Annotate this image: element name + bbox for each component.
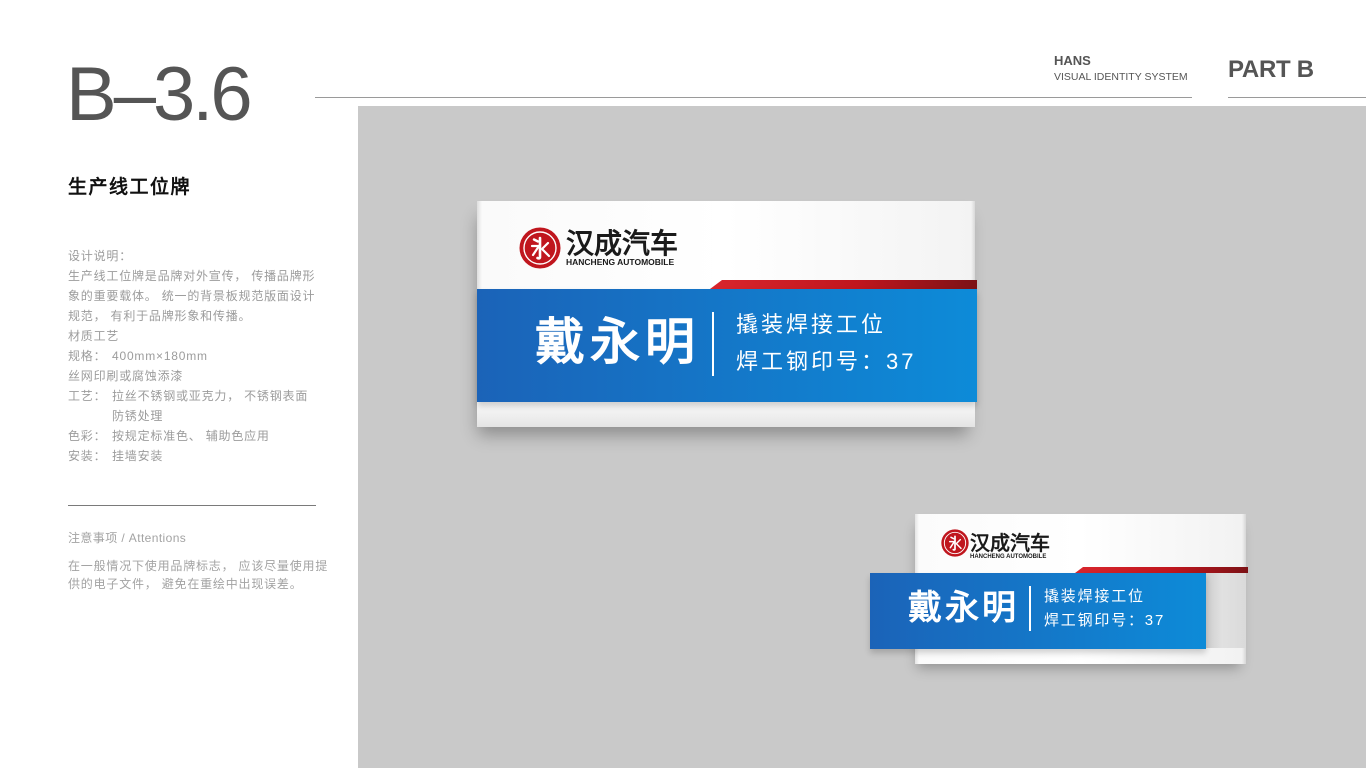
description-line: 象的重要载体。 统一的背景板规范版面设计 xyxy=(68,289,316,303)
logo-wordmark-cn: 汉成汽车 xyxy=(970,533,1050,555)
station-name: 撬装焊接工位 xyxy=(1044,588,1145,605)
sidebar-divider xyxy=(68,505,316,506)
station-name: 撬装焊接工位 xyxy=(736,312,887,337)
sign-side-edge xyxy=(1206,573,1246,648)
welder-stamp-number: 焊工钢印号：37 xyxy=(736,349,917,374)
attentions-title: 注意事项 / Attentions xyxy=(68,531,187,545)
logo-wordmark-en: HANCHENG AUTOMOBILE xyxy=(566,257,675,267)
workstation-sign-large: 汉成汽车 HANCHENG AUTOMOBILE 戴永明 撬装焊接工位 焊工钢印… xyxy=(477,201,977,427)
red-accent-stripe xyxy=(710,280,977,289)
band-separator xyxy=(712,312,714,376)
craft-label: 工艺： xyxy=(68,389,107,403)
spec-value: 400mm×180mm xyxy=(112,349,208,363)
color-label: 色彩： xyxy=(68,429,107,443)
sign-board-bottom xyxy=(477,402,975,427)
craft-value-continued: 防锈处理 xyxy=(112,409,164,423)
attentions-text: 在一般情况下使用品牌标志， 应该尽量使用提 供的电子文件， 避免在重绘中出现误差… xyxy=(68,557,328,593)
worker-name: 戴永明 xyxy=(535,314,700,370)
print-method: 丝网印刷或腐蚀添漆 xyxy=(68,369,184,383)
part-label: PART B xyxy=(1228,56,1314,83)
brand-name: HANS xyxy=(1054,53,1091,68)
band-separator xyxy=(1029,586,1031,631)
description-line: 生产线工位牌是品牌对外宣传， 传播品牌形 xyxy=(68,269,316,283)
header-rule-right xyxy=(1228,97,1366,98)
worker-name: 戴永明 xyxy=(908,589,1019,627)
blue-name-band: 戴永明 撬装焊接工位 焊工钢印号：37 xyxy=(870,573,1206,649)
craft-row: 工艺： 拉丝不锈钢或亚克力， 不锈钢表面 xyxy=(68,386,330,406)
attentions-line: 供的电子文件， 避免在重绘中出现误差。 xyxy=(68,577,303,591)
blue-name-band: 戴永明 撬装焊接工位 焊工钢印号：37 xyxy=(477,289,977,402)
hancheng-emblem-icon xyxy=(519,227,561,269)
header-rule xyxy=(315,97,1192,98)
color-value: 按规定标准色、 辅助色应用 xyxy=(112,429,270,443)
design-description: 设计说明： 生产线工位牌是品牌对外宣传， 传播品牌形 象的重要载体。 统一的背景… xyxy=(68,246,330,466)
system-name: VISUAL IDENTITY SYSTEM xyxy=(1054,71,1188,83)
workstation-sign-small: 汉成汽车 HANCHENG AUTOMOBILE 戴永明 撬装焊接工位 焊工钢印… xyxy=(870,514,1248,664)
attentions-line: 在一般情况下使用品牌标志， 应该尽量使用提 xyxy=(68,559,329,573)
spec-row: 规格： 400mm×180mm xyxy=(68,346,330,366)
logo-wordmark-en: HANCHENG AUTOMOBILE xyxy=(970,554,1047,560)
install-value: 挂墙安装 xyxy=(112,449,164,463)
page-title: 生产线工位牌 xyxy=(68,177,192,198)
hancheng-emblem-icon xyxy=(941,529,969,557)
welder-stamp-number: 焊工钢印号：37 xyxy=(1044,612,1166,629)
spec-label: 规格： xyxy=(68,349,107,363)
logo-wordmark-cn: 汉成汽车 xyxy=(566,228,679,259)
color-row: 色彩： 按规定标准色、 辅助色应用 xyxy=(68,426,330,446)
material-heading: 材质工艺 xyxy=(68,329,120,343)
description-line: 规范， 有利于品牌形象和传播。 xyxy=(68,309,252,323)
install-row: 安装： 挂墙安装 xyxy=(68,446,330,466)
install-label: 安装： xyxy=(68,449,107,463)
craft-value: 拉丝不锈钢或亚克力， 不锈钢表面 xyxy=(112,389,309,403)
description-label: 设计说明： xyxy=(68,249,133,263)
section-number: B–3.6 xyxy=(66,52,253,137)
